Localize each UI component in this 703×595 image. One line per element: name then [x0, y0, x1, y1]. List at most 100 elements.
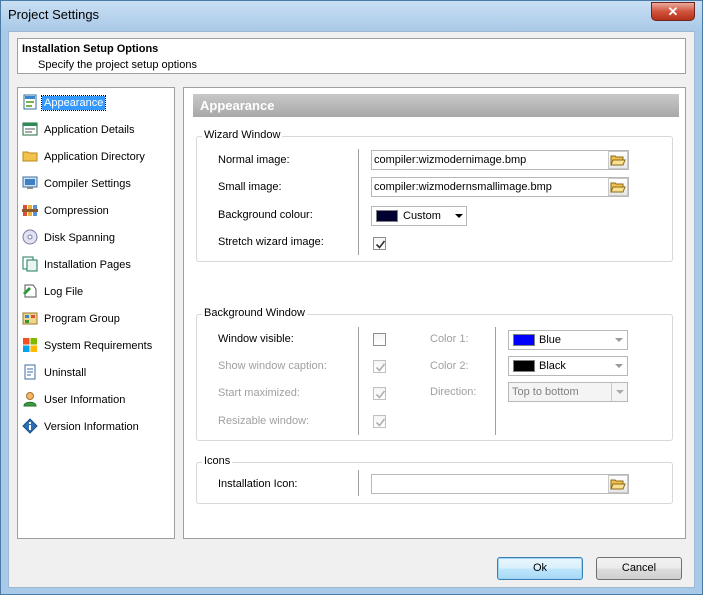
start-maximized-checkbox[interactable] [373, 387, 386, 400]
color-1-label: Color 1: [430, 333, 469, 345]
project-settings-window: Project Settings ✕ Installation Setup Op… [0, 0, 703, 595]
column-separator [358, 470, 359, 496]
header-panel: Installation Setup Options Specify the p… [17, 38, 686, 74]
nav-item-program-group[interactable]: Program Group [20, 308, 172, 330]
chevron-down-icon [615, 364, 623, 368]
nav-item-label: Installation Pages [44, 259, 131, 271]
chevron-down-icon [615, 338, 623, 342]
resizable-window-checkbox[interactable] [373, 415, 386, 428]
nav-item-label: Appearance [40, 95, 107, 111]
color-1-select[interactable]: Blue [508, 330, 628, 350]
nav-item-uninstall[interactable]: Uninstall [20, 362, 172, 384]
header-subtitle: Specify the project setup options [38, 59, 197, 71]
dialog-client-area: Installation Setup Options Specify the p… [8, 31, 695, 588]
normal-image-browse-button[interactable] [608, 151, 628, 169]
installation-icon-input[interactable] [371, 474, 629, 494]
color-2-label: Color 2: [430, 360, 469, 372]
wizard-window-group: Wizard Window Normal image: Small image:… [196, 129, 673, 262]
small-image-browse-button[interactable] [608, 178, 628, 196]
nav-item-user-information[interactable]: User Information [20, 389, 172, 411]
ok-button[interactable]: Ok [497, 557, 583, 580]
folder-icon [22, 151, 38, 162]
nav-item-label: Uninstall [44, 367, 87, 379]
nav-item-version-information[interactable]: Version Information [20, 416, 172, 438]
appearance-content-panel: Appearance Wizard Window Normal image: S… [183, 87, 686, 539]
group-title: Background Window [202, 307, 307, 319]
nav-item-appearance[interactable]: Appearance [20, 92, 172, 114]
colour-swatch [513, 334, 535, 346]
nav-item-application-directory[interactable]: Application Directory [20, 146, 172, 168]
column-separator [495, 327, 496, 435]
nav-item-label: Application Directory [44, 151, 145, 163]
direction-label: Direction: [430, 386, 477, 398]
show-window-caption-checkbox[interactable] [373, 360, 386, 373]
installation-icon-browse-button[interactable] [608, 475, 628, 493]
group-title: Icons [202, 455, 233, 467]
pages-icon [22, 256, 38, 272]
nav-item-application-details[interactable]: Application Details [20, 119, 172, 141]
compression-icon [22, 205, 38, 216]
content-title: Appearance [200, 98, 275, 113]
normal-image-label: Normal image: [218, 154, 290, 166]
checkmark-icon [375, 418, 386, 427]
window-visible-label: Window visible: [218, 333, 294, 345]
nav-item-disk-spanning[interactable]: Disk Spanning [20, 227, 172, 249]
settings-nav-list: Appearance Application Details Applicati… [17, 87, 175, 539]
nav-item-label: System Requirements [44, 340, 153, 352]
nav-item-compiler-settings[interactable]: Compiler Settings [20, 173, 172, 195]
chevron-down-icon [611, 383, 624, 401]
nav-item-label: Version Information [44, 421, 139, 433]
nav-item-label: Program Group [44, 313, 120, 325]
nav-item-label: Disk Spanning [44, 232, 115, 244]
direction-select[interactable]: Top to bottom [508, 382, 628, 402]
checkmark-icon [375, 240, 386, 249]
icons-group: Icons Installation Icon: [196, 455, 673, 504]
checkmark-icon [375, 363, 386, 372]
installation-icon-label: Installation Icon: [218, 478, 298, 490]
background-window-group: Background Window Window visible: Show w… [196, 307, 673, 441]
window-visible-checkbox[interactable] [373, 333, 386, 346]
appearance-icon [23, 94, 37, 110]
checkmark-icon [375, 390, 386, 399]
nav-item-log-file[interactable]: Log File [20, 281, 172, 303]
normal-image-input[interactable]: compiler:wizmodernimage.bmp [371, 150, 629, 170]
header-title: Installation Setup Options [22, 43, 159, 55]
application-details-icon [22, 122, 38, 136]
close-button[interactable]: ✕ [651, 2, 695, 21]
nav-item-label: Application Details [44, 124, 135, 136]
disk-icon [22, 229, 38, 245]
nav-item-label: Compiler Settings [44, 178, 131, 190]
nav-item-installation-pages[interactable]: Installation Pages [20, 254, 172, 276]
stretch-wizard-image-checkbox[interactable] [373, 237, 386, 250]
group-title: Wizard Window [202, 129, 283, 141]
chevron-down-icon [455, 214, 463, 218]
log-file-icon [23, 284, 37, 298]
color-2-select[interactable]: Black [508, 356, 628, 376]
show-window-caption-label: Show window caption: [218, 360, 327, 372]
column-separator [358, 327, 359, 435]
cancel-button[interactable]: Cancel [596, 557, 682, 580]
windows-icon [23, 338, 37, 352]
title-bar[interactable]: Project Settings ✕ [1, 1, 702, 31]
colour-swatch [376, 210, 398, 222]
uninstall-icon [24, 364, 36, 380]
program-group-icon [22, 312, 38, 325]
nav-item-compression[interactable]: Compression [20, 200, 172, 222]
start-maximized-label: Start maximized: [218, 387, 300, 399]
column-separator [358, 149, 359, 255]
user-icon [23, 392, 37, 407]
colour-swatch [513, 360, 535, 372]
nav-item-label: Compression [44, 205, 109, 217]
small-image-input[interactable]: compiler:wizmodernsmallimage.bmp [371, 177, 629, 197]
open-folder-icon [610, 479, 626, 490]
close-icon: ✕ [667, 4, 679, 19]
nav-item-system-requirements[interactable]: System Requirements [20, 335, 172, 357]
resizable-window-label: Resizable window: [218, 415, 310, 427]
content-header: Appearance [193, 94, 679, 117]
window-title: Project Settings [8, 7, 100, 22]
version-info-icon [22, 418, 38, 434]
small-image-label: Small image: [218, 181, 282, 193]
background-colour-select[interactable]: Custom [371, 206, 467, 226]
background-colour-label: Background colour: [218, 209, 313, 221]
compiler-settings-icon [22, 176, 38, 189]
